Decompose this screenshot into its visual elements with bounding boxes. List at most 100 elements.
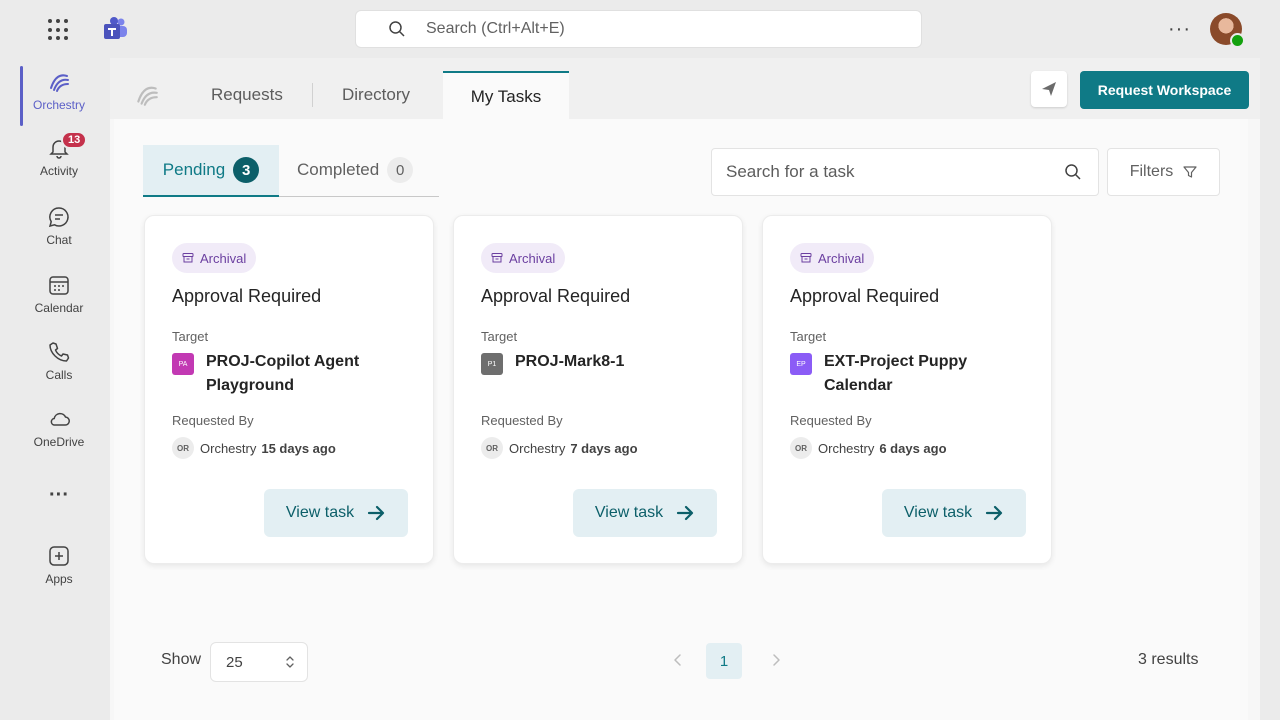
rail-item-chat[interactable]: Chat [18,205,100,247]
target-label: Target [481,329,518,344]
filter-icon [1183,166,1197,178]
chat-icon [48,207,69,228]
rail-item-label: Activity [39,164,78,178]
task-search-placeholder: Search for a task [726,162,855,181]
rail-item-label: Calendar [34,301,84,315]
show-label: Show [161,651,202,668]
view-task-button[interactable]: View task [264,489,408,537]
requester-name: Orchestry [818,440,875,456]
card-title: Approval Required [481,286,631,306]
requester: OR Orchestry 15 days ago [172,437,336,459]
request-workspace-button[interactable]: Request Workspace [1080,71,1249,109]
task-card: Archival Approval Required Target P1 PRO… [453,215,743,564]
requester: OR Orchestry 6 days ago [790,437,947,459]
tag-label: Archival [200,250,247,266]
send-icon [1042,82,1056,96]
rail-item-activity[interactable]: 13 Activity [18,131,100,178]
phone-icon [49,342,70,362]
chevron-right-icon [773,654,780,666]
target-name: PROJ-Copilot Agent Playground [206,353,360,394]
more-options-icon[interactable]: ··· [1168,18,1191,41]
rail-item-label: Chat [46,233,72,247]
page-size-select[interactable]: 25 [210,642,308,682]
workspace-avatar: PA [172,353,194,375]
requester-avatar: OR [481,437,503,459]
requester-name: Orchestry [200,440,257,456]
archive-icon [182,253,194,263]
cloud-icon [50,412,70,426]
archive-icon [491,253,503,263]
calendar-icon [49,276,69,295]
tag-label: Archival [818,250,865,266]
requested-by-label: Requested By [172,413,254,428]
rail-item-calendar[interactable]: Calendar [18,273,100,315]
target-label: Target [790,329,827,344]
rail-item-label: Calls [45,368,73,382]
chevron-up-down-icon [286,656,294,668]
task-card: Archival Approval Required Target EP EXT… [762,215,1052,564]
view-task-label: View task [903,504,973,521]
request-time: 7 days ago [570,440,638,456]
global-search-input[interactable]: Search (Ctrl+Alt+E) [356,11,921,47]
top-bar: Search (Ctrl+Alt+E) ··· [0,0,1280,58]
archival-tag: Archival [172,243,257,273]
launch-button[interactable] [1031,71,1067,107]
tab-requests[interactable]: Requests [211,71,283,119]
task-status-tabs: Pending 3 Completed 0 [143,145,439,197]
global-search-placeholder: Search (Ctrl+Alt+E) [426,20,565,37]
view-task-label: View task [594,504,664,521]
teams-logo-icon [104,17,127,39]
request-time: 6 days ago [879,440,947,456]
view-task-button[interactable]: View task [882,489,1026,537]
request-time: 15 days ago [261,440,336,456]
task-card: Archival Approval Required Target PA PRO… [144,215,434,564]
filters-button[interactable]: Filters [1107,148,1220,196]
app-launcher-icon[interactable] [48,19,70,41]
requester: OR Orchestry 7 days ago [481,437,638,459]
tab-pending[interactable]: Pending 3 [143,145,279,197]
my-tasks-panel: Pending 3 Completed 0 Search for a task … [114,119,1248,720]
workspace-avatar: EP [790,353,812,375]
tab-completed[interactable]: Completed 0 [297,145,414,195]
rail-item-label: Orchestry [32,98,85,112]
tab-completed-label: Completed [297,160,380,179]
view-task-label: View task [285,504,355,521]
orchestry-icon [50,74,69,92]
rail-item-calls[interactable]: Calls [18,340,100,382]
task-search-input[interactable]: Search for a task [711,148,1099,196]
requester-avatar: OR [172,437,194,459]
tab-directory[interactable]: Directory [342,71,410,119]
card-title: Approval Required [172,286,322,306]
next-page-button[interactable] [764,648,788,672]
completed-count-badge: 0 [387,157,414,183]
left-app-rail: Orchestry 13 Activity Chat Calendar Call… [0,58,110,720]
add-app-icon [49,546,69,566]
view-task-button[interactable]: View task [573,489,717,537]
page-number-button[interactable]: 1 [706,643,742,679]
target-label: Target [172,329,209,344]
rail-item-onedrive[interactable]: OneDrive [18,407,100,449]
arrow-right-icon [367,505,385,521]
target-name: PROJ-Mark8-1 [515,353,625,370]
user-avatar[interactable] [1210,13,1245,48]
app-header: Requests Directory My Tasks Request Work… [110,58,1260,121]
tab-my-tasks[interactable]: My Tasks [443,71,569,121]
filters-label: Filters [1129,163,1174,180]
rail-item-label: OneDrive [33,435,85,449]
previous-page-button[interactable] [666,648,690,672]
page-size-value: 25 [226,653,243,671]
rail-item-more[interactable]: ··· [18,484,100,507]
archival-tag: Archival [481,243,566,273]
target-workspace: PA PROJ-Copilot Agent Playground [172,350,412,398]
orchestry-logo-icon [137,86,158,106]
rail-item-orchestry[interactable]: Orchestry [18,66,100,126]
search-icon [1065,164,1081,180]
workspace-avatar: P1 [481,353,503,375]
rail-edge [0,58,18,720]
results-count: 3 results [1138,651,1199,668]
rail-item-apps[interactable]: Apps [18,544,100,586]
tag-label: Archival [509,250,556,266]
requested-by-label: Requested By [481,413,563,428]
more-icon: ··· [49,484,69,506]
tab-divider [312,83,313,107]
